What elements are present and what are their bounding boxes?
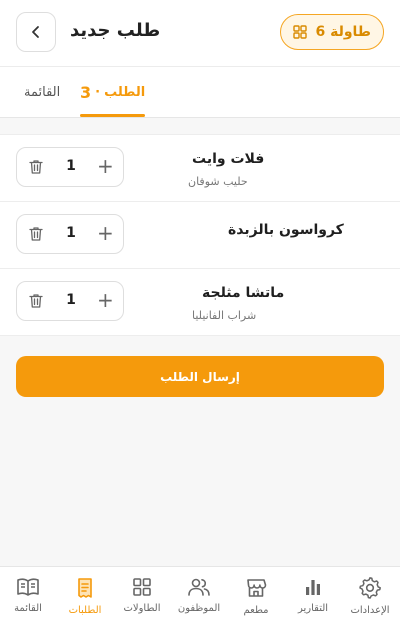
table-label: طاولة 6 xyxy=(315,24,371,40)
order-list: 1 + فلات وايت حليب شوفان 1 + كرواسون بال… xyxy=(0,134,400,336)
item-modifier: حليب شوفان xyxy=(188,175,248,188)
item-name: فلات وايت xyxy=(192,151,265,167)
item-name: كرواسون بالزبدة xyxy=(228,222,344,238)
tab-order-count: 3 xyxy=(80,82,92,102)
tab-order-label: الطلب xyxy=(104,84,146,100)
nav-item-restaurant[interactable]: مطعم xyxy=(228,577,284,616)
tab-order[interactable]: الطلب · 3 xyxy=(80,67,146,117)
order-item: 1 + فلات وايت حليب شوفان xyxy=(0,134,400,202)
trash-icon[interactable] xyxy=(27,225,45,243)
page-title: طلب جديد xyxy=(70,20,161,41)
nav-item-menu[interactable]: القائمة xyxy=(0,577,56,614)
nav-label: الطلبات xyxy=(68,605,102,616)
nav-item-tables[interactable]: الطاولات xyxy=(114,577,170,614)
quantity-value: 1 xyxy=(66,158,76,174)
users-icon xyxy=(188,578,210,596)
nav-label: الإعدادات xyxy=(350,605,390,616)
nav-item-settings[interactable]: الإعدادات xyxy=(342,577,398,616)
nav-label: التقارير xyxy=(297,603,329,614)
chevron-left-icon xyxy=(32,26,39,38)
receipt-icon xyxy=(78,578,92,598)
submit-order-label: إرسال الطلب xyxy=(160,369,240,384)
nav-label: مطعم xyxy=(243,605,269,616)
item-modifier: شراب الفانيليا xyxy=(192,309,257,322)
tab-order-separator: · xyxy=(95,84,101,100)
tab-bar: الطلب · 3 القائمة xyxy=(0,67,400,118)
nav-item-orders[interactable]: الطلبات xyxy=(57,577,113,616)
quantity-value: 1 xyxy=(66,225,76,241)
submit-order-button[interactable]: إرسال الطلب xyxy=(16,356,384,397)
tab-menu[interactable]: القائمة xyxy=(24,67,60,117)
quantity-stepper: 1 + xyxy=(16,147,124,187)
nav-label: القائمة xyxy=(14,603,42,614)
gear-icon xyxy=(359,577,381,599)
plus-icon[interactable]: + xyxy=(97,223,114,243)
plus-icon[interactable]: + xyxy=(97,290,114,310)
table-badge[interactable]: طاولة 6 xyxy=(280,14,384,50)
quantity-stepper: 1 + xyxy=(16,281,124,321)
bar-chart-icon xyxy=(306,580,320,595)
tab-menu-label: القائمة xyxy=(24,84,61,100)
quantity-value: 1 xyxy=(66,292,76,308)
quantity-stepper: 1 + xyxy=(16,214,124,254)
book-icon xyxy=(17,578,39,596)
app-header: طلب جديد طاولة 6 xyxy=(0,0,400,67)
plus-icon[interactable]: + xyxy=(97,156,114,176)
trash-icon[interactable] xyxy=(27,292,45,310)
active-tab-indicator xyxy=(80,114,146,117)
nav-label: الطاولات xyxy=(123,603,161,614)
order-item: 1 + ماتشا مثلجة شراب الفانيليا xyxy=(0,268,400,336)
nav-item-reports[interactable]: التقارير xyxy=(285,577,341,614)
store-icon xyxy=(247,579,267,597)
nav-item-staff[interactable]: الموظفون xyxy=(171,577,227,614)
grid-icon xyxy=(293,25,308,39)
grid-icon xyxy=(133,578,151,596)
bottom-nav: القائمة الطلبات الطاولات الموظفون مطعم ا… xyxy=(0,566,400,637)
nav-label: الموظفون xyxy=(177,603,221,614)
trash-icon[interactable] xyxy=(27,158,45,176)
back-button[interactable] xyxy=(16,12,56,52)
order-item: 1 + كرواسون بالزبدة xyxy=(0,201,400,269)
item-name: ماتشا مثلجة xyxy=(202,285,285,301)
